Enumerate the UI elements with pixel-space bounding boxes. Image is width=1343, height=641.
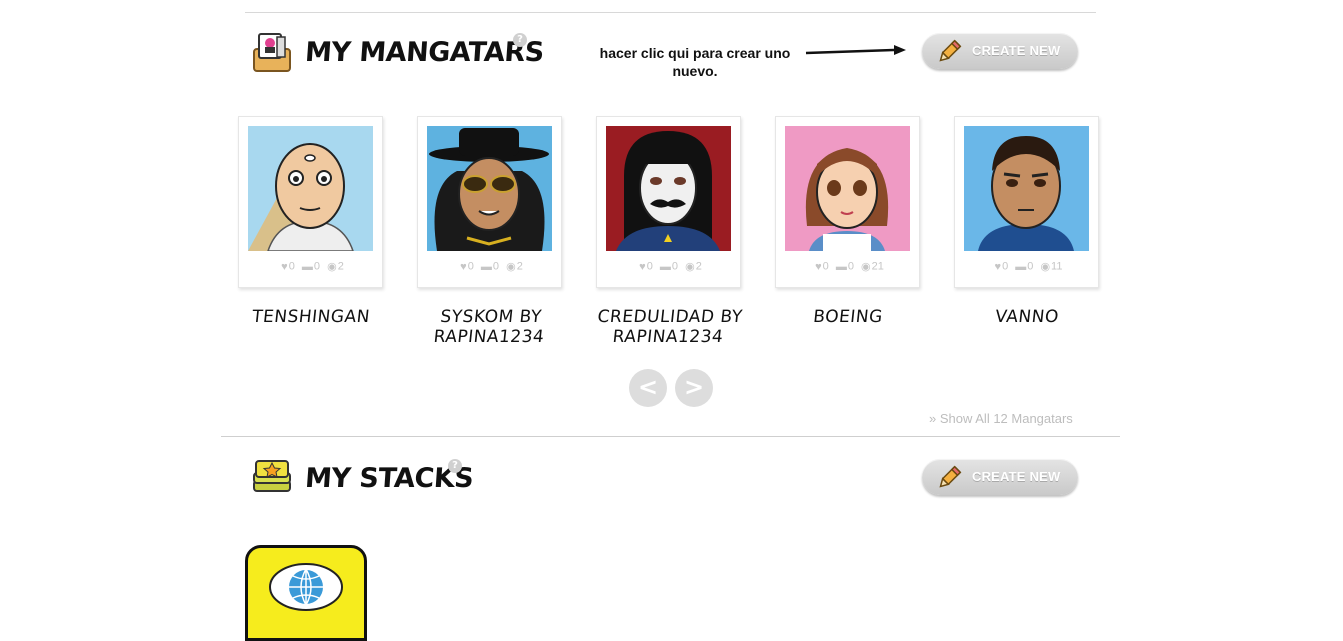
eye-icon: ◉: [1040, 261, 1051, 273]
comment-icon: ▬: [301, 260, 313, 273]
views-count: 2: [516, 260, 523, 273]
eye-icon: ◉: [861, 261, 871, 273]
likes-count: 0: [288, 260, 295, 273]
comments-count: 0: [671, 260, 679, 273]
mangatar-card[interactable]: ♥0 ▬0 ◉2: [596, 116, 741, 288]
likes-count: 0: [822, 260, 829, 273]
mangatar-card[interactable]: ♥0 ▬0 ◉2: [417, 116, 562, 288]
create-stack-button[interactable]: CREATE NEW: [922, 459, 1078, 495]
comment-icon: ▬: [835, 260, 847, 273]
help-icon[interactable]: ?: [513, 33, 527, 47]
eye-icon: ◉: [327, 261, 337, 273]
pencil-icon: [939, 39, 962, 62]
views-count: 2: [695, 260, 702, 273]
comments-count: 0: [847, 260, 854, 273]
heart-icon: ♥: [639, 260, 646, 273]
arrow-icon: [805, 45, 906, 55]
section-title-mangatars: MY MANGATARS: [303, 37, 545, 68]
mangatar-name[interactable]: BOEING: [757, 307, 939, 327]
mangatar-name[interactable]: VANNO: [936, 307, 1118, 327]
card-stats: ♥0 ▬0 ◉2: [597, 260, 740, 273]
likes-count: 0: [646, 260, 653, 273]
create-new-label: CREATE NEW: [972, 43, 1061, 58]
avatar[interactable]: [785, 126, 910, 251]
next-button[interactable]: >: [675, 369, 713, 407]
create-new-label: CREATE NEW: [972, 469, 1061, 484]
help-icon[interactable]: ?: [448, 459, 462, 473]
heart-icon: ♥: [815, 260, 822, 273]
comments-count: 0: [1027, 260, 1034, 273]
avatar[interactable]: [606, 126, 731, 251]
mangatar-card[interactable]: ♥0 ▬0 ◉2: [238, 116, 383, 288]
views-count: 11: [1051, 260, 1063, 273]
prev-button[interactable]: <: [629, 369, 667, 407]
pencil-icon: [939, 465, 962, 488]
heart-icon: ♥: [994, 260, 1002, 273]
avatar[interactable]: [248, 126, 373, 251]
likes-count: 0: [467, 260, 474, 273]
comments-count: 0: [492, 260, 500, 273]
card-stats: ♥0 ▬0 ◉21: [776, 260, 919, 273]
top-divider: [245, 12, 1096, 13]
section-divider: [221, 436, 1120, 437]
mangatar-box-icon: [250, 31, 294, 75]
annotation-text: hacer clic qui para crear uno nuevo.: [599, 45, 791, 79]
card-stats: ♥0 ▬0 ◉2: [418, 260, 561, 273]
globe-icon: [269, 563, 343, 611]
eye-icon: ◉: [506, 261, 516, 273]
views-count: 2: [337, 260, 344, 273]
comment-icon: ▬: [480, 260, 492, 273]
stack-tile[interactable]: [245, 545, 367, 641]
likes-count: 0: [1002, 260, 1009, 273]
stack-star-icon: [250, 457, 294, 501]
comments-count: 0: [313, 260, 321, 273]
comment-icon: ▬: [659, 260, 671, 273]
mangatar-card[interactable]: ♥0 ▬0 ◉21: [775, 116, 920, 288]
show-all-link[interactable]: » Show All 12 Mangatars: [929, 411, 1073, 426]
comment-icon: ▬: [1015, 260, 1027, 273]
card-stats: ♥0 ▬0 ◉2: [239, 260, 382, 273]
mangatar-name[interactable]: CREDULIDAD BY RAPINA1234: [577, 307, 761, 347]
create-mangatar-button[interactable]: CREATE NEW: [922, 33, 1078, 69]
mangatar-name[interactable]: SYSKOM BY RAPINA1234: [398, 307, 582, 347]
mangatar-name[interactable]: TENSHINGAN: [220, 307, 402, 327]
eye-icon: ◉: [685, 261, 695, 273]
heart-icon: ♥: [281, 260, 288, 273]
heart-icon: ♥: [460, 260, 467, 273]
views-count: 21: [871, 260, 884, 273]
card-stats: ♥0 ▬0 ◉11: [955, 260, 1098, 273]
avatar[interactable]: [964, 126, 1089, 251]
avatar[interactable]: [427, 126, 552, 251]
mangatar-card[interactable]: ♥0 ▬0 ◉11: [954, 116, 1099, 288]
